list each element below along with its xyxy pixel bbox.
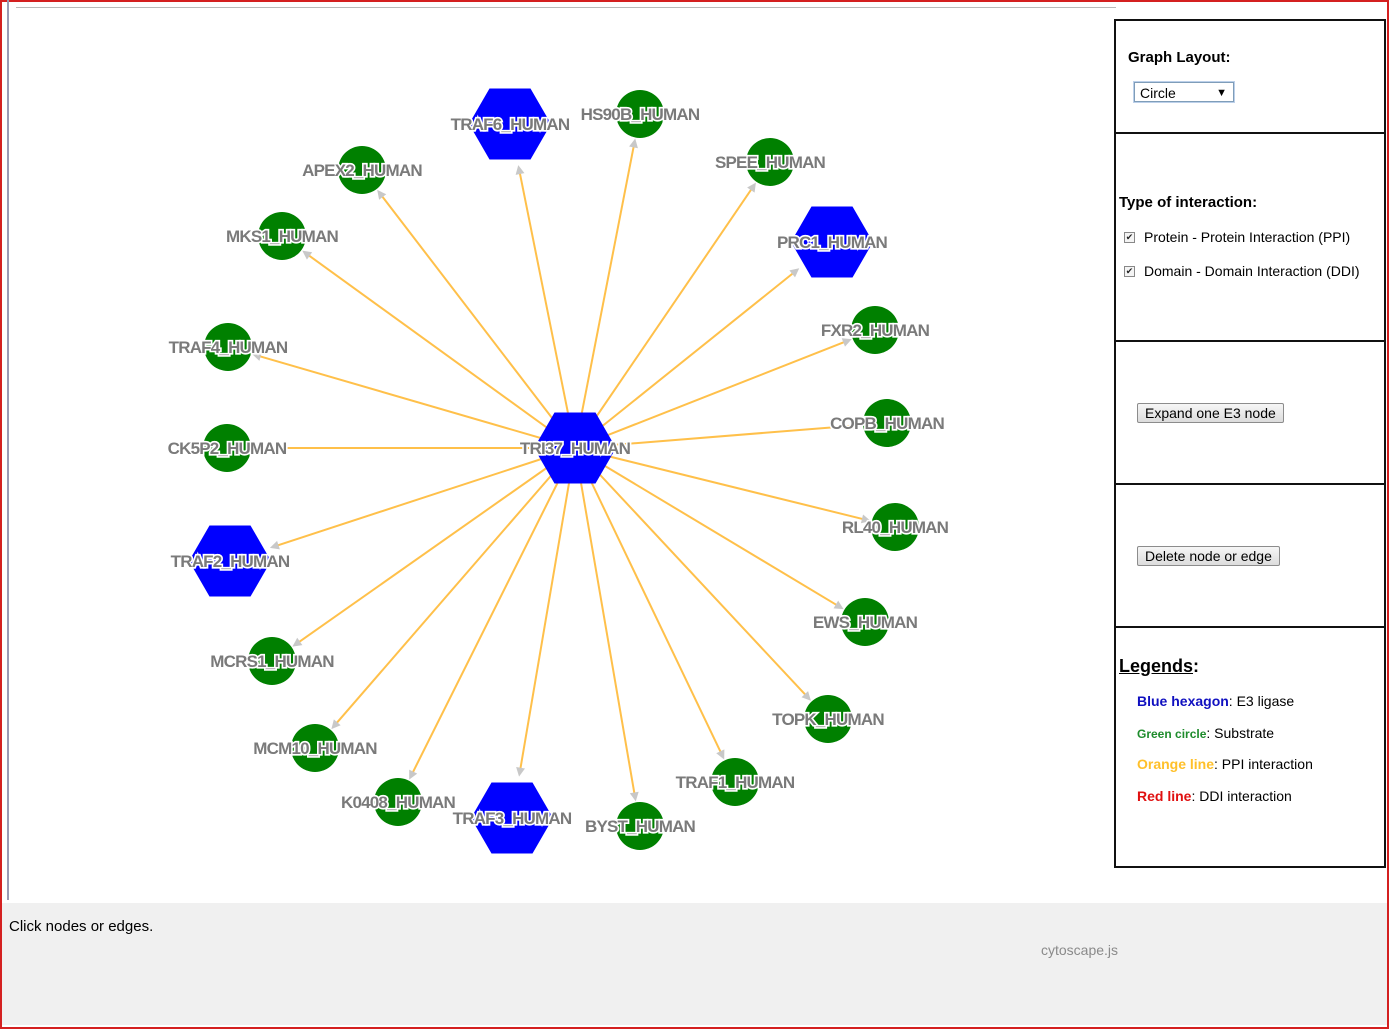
layout-select-value: Circle [1140, 85, 1176, 101]
arrowhead-spee-human [747, 182, 756, 193]
edge-tri37-traf6-human[interactable] [518, 170, 576, 449]
arrowhead-mcrs1-human [292, 637, 303, 647]
layout-select[interactable]: Circle ▼ [1134, 82, 1234, 102]
expand-panel: Expand one E3 node [1114, 340, 1386, 485]
edge-tri37-mks1-human[interactable] [306, 253, 576, 449]
label-traf1-human: TRAF1_HUMAN [676, 773, 795, 792]
arrowhead-byst-human [629, 791, 639, 802]
legend-substrate-desc: : Substrate [1206, 725, 1275, 741]
arrowhead-traf3-human [516, 766, 525, 777]
label-copb-human: COPB_HUMAN [830, 414, 944, 433]
label-fxr2-human: FXR2_HUMAN [821, 321, 930, 340]
arrowhead-hs90b-human [629, 138, 638, 149]
edge-tri37-traf3-human[interactable] [519, 447, 576, 771]
label-ews-human: EWS_HUMAN [813, 613, 918, 632]
legend-title: Legends: [1119, 656, 1200, 676]
label-traf4-human: TRAF4_HUMAN [169, 338, 288, 357]
ddi-checkbox[interactable]: ✔ [1124, 265, 1135, 277]
label-mcm10-human: MCM10_HUMAN [253, 739, 377, 758]
label-rl40-human: RL40_HUMAN [842, 518, 949, 537]
layout-label: Graph Layout: [1128, 49, 1231, 66]
ppi-option[interactable]: ✔ Protein - Protein Interaction (PPI) [1124, 229, 1350, 245]
legend-e3-desc: : E3 ligase [1228, 693, 1295, 709]
legend-ddi-desc: : DDI interaction [1191, 788, 1292, 804]
arrowhead-traf2-human [269, 540, 280, 550]
label-mcrs1-human: MCRS1_HUMAN [210, 652, 334, 671]
legend-e3-key: Blue hexagon [1137, 693, 1229, 709]
label-k0408-human: K0408_HUMAN [341, 793, 456, 812]
legend-ddi-key: Red line [1137, 788, 1192, 804]
legend-substrate-key: Green circle [1137, 727, 1207, 741]
expand-e3-node-button[interactable]: Expand one E3 node [1137, 403, 1284, 423]
legend-substrate-row: Green circle: Substrate [1137, 725, 1274, 741]
edge-tri37-ews-human[interactable] [574, 447, 839, 607]
label-apex2-human: APEX2_HUMAN [302, 161, 422, 180]
edge-tri37-topk-human[interactable] [574, 447, 808, 698]
status-message: Click nodes or edges. [9, 918, 154, 935]
legend-ppi-desc: : PPI interaction [1214, 756, 1313, 772]
legend-ppi-key: Orange line [1137, 756, 1215, 772]
dropdown-arrow-icon: ▼ [1216, 87, 1227, 99]
delete-node-or-edge-button[interactable]: Delete node or edge [1137, 546, 1280, 566]
legend-panel: Legends: Blue hexagon: E3 ligase Green c… [1114, 626, 1386, 868]
network-graph-canvas[interactable]: TRAF6_HUMAN HS90B_HUMAN SPEE_HUMAN PRC1_HUM… [0, 0, 1110, 900]
label-topk-human: TOPK_HUMAN [772, 710, 884, 729]
label-traf3-human: TRAF3_HUMAN [453, 809, 572, 828]
status-bar: Click nodes or edges. cytoscape.js [2, 903, 1387, 1025]
edge-tri37-k0408-human[interactable] [410, 447, 576, 775]
ddi-option-label: Domain - Domain Interaction (DDI) [1144, 263, 1360, 279]
legend-e3-row: Blue hexagon: E3 ligase [1137, 693, 1294, 709]
edge-tri37-traf4-human[interactable] [257, 354, 576, 449]
layout-panel: Graph Layout: Circle ▼ [1114, 19, 1386, 134]
legend-ddi-row: Red line: DDI interaction [1137, 788, 1292, 804]
legend-ppi-row: Orange line: PPI interaction [1137, 756, 1313, 772]
label-ck5p2-human: CK5P2_HUMAN [168, 439, 287, 458]
edge-tri37-fxr2-human[interactable] [574, 340, 847, 449]
label-prc1-human: PRC1_HUMAN [777, 233, 888, 252]
edge-tri37-mcm10-human[interactable] [334, 447, 576, 726]
edge-tri37-rl40-human[interactable] [574, 447, 866, 521]
edge-tri37-spee-human[interactable] [574, 187, 754, 449]
edge-tri37-hs90b-human[interactable] [574, 144, 636, 449]
arrowhead-traf6-human [515, 165, 525, 175]
ddi-option[interactable]: ✔ Domain - Domain Interaction (DDI) [1124, 263, 1360, 279]
label-tri37-human: TRI37_HUMAN [520, 439, 631, 458]
edge-tri37-prc1-human[interactable] [574, 271, 796, 449]
edge-tri37-traf2-human[interactable] [275, 447, 576, 548]
label-traf6-human: TRAF6_HUMAN [451, 115, 570, 134]
label-byst-human: BYST_HUMAN [585, 817, 696, 836]
interaction-type-panel: Type of interaction: ✔ Protein - Protein… [1114, 132, 1386, 342]
delete-panel: Delete node or edge [1114, 483, 1386, 628]
arrowhead-mks1-human [302, 250, 313, 260]
edge-tri37-traf1-human[interactable] [574, 447, 723, 755]
label-traf2-human: TRAF2_HUMAN [171, 552, 290, 571]
edge-tri37-byst-human[interactable] [574, 447, 636, 796]
edge-tri37-apex2-human[interactable] [380, 193, 576, 449]
label-spee-human: SPEE_HUMAN [715, 153, 826, 172]
ppi-option-label: Protein - Protein Interaction (PPI) [1144, 229, 1351, 245]
label-mks1-human: MKS1_HUMAN [226, 227, 338, 246]
cytoscape-credit: cytoscape.js [1041, 942, 1119, 958]
edge-tri37-mcrs1-human[interactable] [296, 447, 576, 644]
ppi-checkbox[interactable]: ✔ [1124, 231, 1135, 243]
label-hs90b-human: HS90B_HUMAN [581, 105, 700, 124]
interaction-type-label: Type of interaction: [1119, 194, 1258, 211]
